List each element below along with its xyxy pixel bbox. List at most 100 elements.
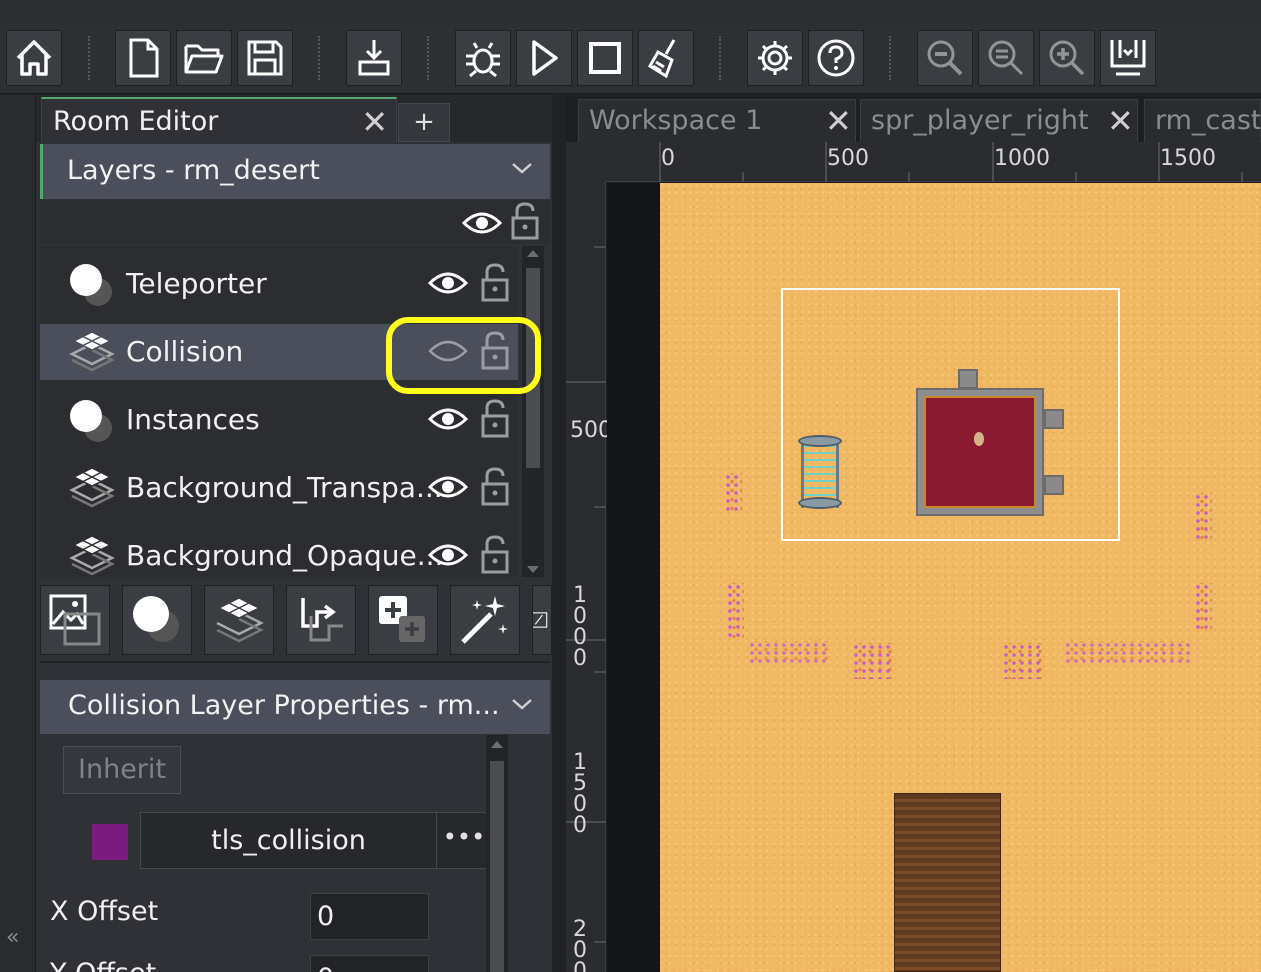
add-tile-layer-button[interactable] (204, 585, 274, 655)
teleporter-cap (798, 435, 842, 447)
layer-list-scrollbar[interactable] (522, 246, 544, 577)
layers-visibility-row (40, 200, 550, 244)
flower-patch (748, 641, 828, 663)
toolbar-separator (889, 36, 891, 80)
close-icon[interactable]: ✕ (361, 103, 388, 141)
x-offset-input[interactable]: 0 (310, 893, 429, 940)
eye-icon[interactable] (428, 541, 468, 569)
toggle-all-lock-icon[interactable] (510, 202, 540, 240)
zoom-reset-button[interactable] (978, 30, 1034, 86)
tab-label: Room Editor (53, 106, 219, 137)
eye-icon[interactable] (428, 473, 468, 501)
help-button[interactable] (808, 30, 864, 86)
layer-row-background-opaque[interactable]: Background_Opaque... (40, 528, 518, 577)
properties-title: Collision Layer Properties - rm... (68, 690, 500, 721)
room-canvas[interactable] (660, 183, 1261, 972)
play-icon (532, 40, 558, 76)
tile-layer-icon (69, 331, 115, 372)
room-editor-panel: Room Editor ✕ + Layers - rm_desert Telep… (36, 95, 552, 972)
lock-icon[interactable] (480, 398, 510, 438)
deploy-button[interactable] (1100, 30, 1156, 86)
toggle-all-visibility-icon[interactable] (462, 209, 502, 237)
close-icon[interactable]: ✕ (825, 102, 852, 140)
ruler-corner (566, 142, 606, 182)
close-icon[interactable]: ✕ (1107, 102, 1134, 140)
title-strip (0, 0, 1261, 24)
eye-icon[interactable] (428, 269, 468, 297)
zoom-in-icon (1049, 40, 1085, 76)
tab-workspace-1[interactable]: Workspace 1 ✕ (578, 99, 856, 142)
lock-icon[interactable] (480, 262, 510, 302)
tab-spr-player-right[interactable]: spr_player_right ✕ (860, 99, 1138, 142)
question-icon (817, 39, 855, 77)
tab-room-editor[interactable]: Room Editor ✕ (41, 97, 397, 142)
eye-icon[interactable] (428, 405, 468, 433)
add-asset-layer-button[interactable] (368, 585, 438, 655)
temple-pillar (1044, 475, 1064, 495)
scroll-thumb[interactable] (490, 761, 504, 972)
layers-title: Layers - rm_desert (67, 155, 320, 186)
toolbar-separator (88, 36, 90, 80)
home-button[interactable] (6, 30, 62, 86)
open-project-button[interactable] (176, 30, 232, 86)
flower-patch (726, 583, 744, 638)
export-button[interactable] (346, 30, 402, 86)
layer-name: Teleporter (126, 267, 267, 300)
panel-tab-row: Room Editor ✕ + (36, 95, 552, 142)
player-sprite[interactable] (974, 432, 984, 446)
run-button[interactable] (516, 30, 572, 86)
tileset-color-swatch[interactable] (92, 824, 128, 860)
tileset-field[interactable]: tls_collision (140, 812, 437, 869)
broom-icon (647, 39, 676, 79)
y-offset-input[interactable]: 0 (310, 955, 429, 972)
lock-icon[interactable] (480, 534, 510, 574)
ruler-left: 500 1000 1500 2000 (566, 182, 612, 972)
left-dock-strip: « (0, 95, 36, 972)
inherit-button[interactable]: Inherit (63, 746, 181, 794)
tileset-more-button[interactable]: ••• (436, 812, 492, 869)
add-background-layer-button[interactable] (40, 585, 110, 655)
collapse-panel-icon[interactable]: « (6, 925, 19, 950)
more-tools-button[interactable] (532, 585, 552, 655)
chevron-down-icon[interactable] (510, 696, 534, 712)
stop-button[interactable] (577, 30, 633, 86)
zoom-reset-icon (988, 40, 1024, 76)
wooden-bridge (894, 793, 1001, 972)
flower-patch (1002, 643, 1042, 679)
more-tool-icon (533, 612, 548, 628)
flower-patch (1064, 641, 1190, 663)
add-path-layer-button[interactable] (286, 585, 356, 655)
ruler-tick-label: 500 (827, 146, 869, 171)
save-button[interactable] (237, 30, 293, 86)
layer-name: Background_Transpa... (126, 471, 443, 504)
scroll-up-icon[interactable] (526, 248, 540, 258)
scroll-down-icon[interactable] (526, 565, 540, 575)
flower-patch (724, 473, 742, 513)
chevron-down-icon[interactable] (510, 160, 534, 176)
zoom-out-button[interactable] (917, 30, 973, 86)
stop-icon (589, 42, 621, 74)
layer-row-background-transparent[interactable]: Background_Transpa... (40, 460, 518, 516)
tab-rm-castle[interactable]: rm_castl (1144, 99, 1261, 142)
gear-icon (758, 41, 792, 75)
ruler-tick-label: 1000 (573, 583, 587, 671)
preferences-button[interactable] (747, 30, 803, 86)
zoom-in-button[interactable] (1039, 30, 1095, 86)
properties-header[interactable]: Collision Layer Properties - rm... (40, 680, 550, 734)
properties-body: Inherit tls_collision ••• X Offset 0 Y O… (40, 736, 518, 972)
layer-row-teleporter[interactable]: Teleporter (40, 256, 518, 312)
scroll-up-icon[interactable] (490, 739, 504, 749)
lock-icon[interactable] (480, 466, 510, 506)
properties-scrollbar[interactable] (486, 735, 508, 972)
debug-button[interactable] (455, 30, 511, 86)
add-instance-layer-button[interactable] (122, 585, 192, 655)
clean-button[interactable] (638, 30, 694, 86)
add-tab-button[interactable]: + (398, 103, 450, 142)
add-effect-layer-button[interactable] (450, 585, 520, 655)
ruler-tick-label: 2000 (573, 917, 587, 972)
new-project-button[interactable] (115, 30, 171, 86)
save-icon (247, 40, 283, 76)
layers-header[interactable]: Layers - rm_desert (40, 144, 550, 199)
layer-list: Teleporter Collision Instances Backgroun… (40, 246, 518, 577)
layer-row-instances[interactable]: Instances (40, 392, 518, 448)
